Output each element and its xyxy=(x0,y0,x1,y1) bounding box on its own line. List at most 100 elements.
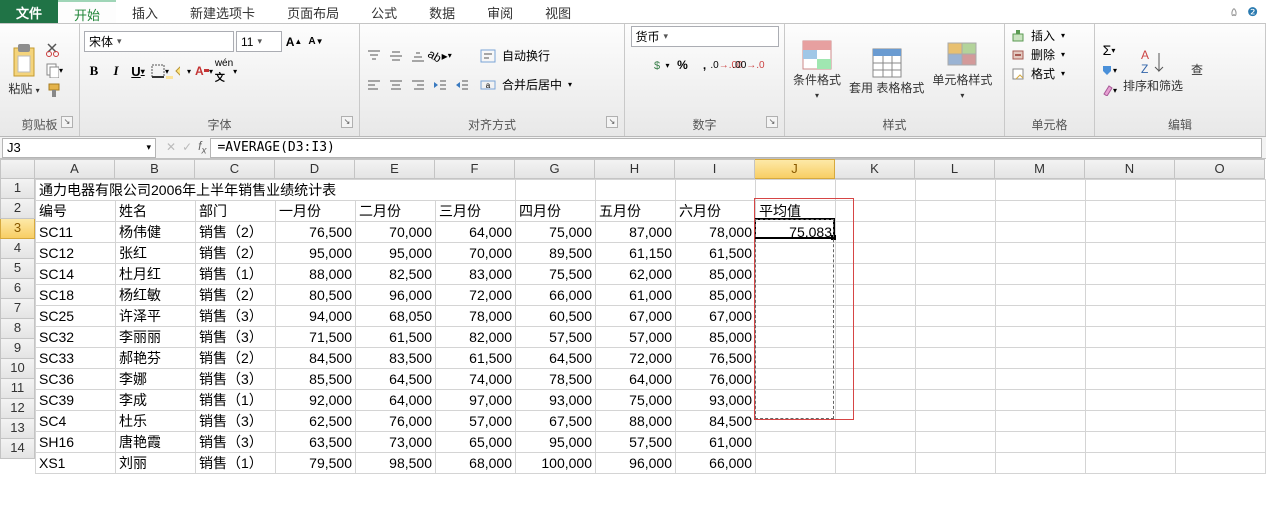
data-cell[interactable]: 57,000 xyxy=(596,327,676,348)
cell[interactable] xyxy=(1176,285,1266,306)
data-cell[interactable]: 销售（2） xyxy=(196,285,276,306)
cell[interactable] xyxy=(996,243,1086,264)
cell[interactable] xyxy=(1086,453,1176,474)
data-cell[interactable]: 61,000 xyxy=(596,285,676,306)
col-header-O[interactable]: O xyxy=(1175,159,1265,179)
data-cell[interactable]: 83,000 xyxy=(436,264,516,285)
cell[interactable] xyxy=(1086,348,1176,369)
cell[interactable] xyxy=(836,390,916,411)
row-header-7[interactable]: 7 xyxy=(0,299,35,319)
cell[interactable] xyxy=(996,222,1086,243)
data-cell[interactable]: 郝艳芬 xyxy=(116,348,196,369)
header-cell[interactable]: 编号 xyxy=(36,201,116,222)
data-cell[interactable]: 89,500 xyxy=(516,243,596,264)
data-cell[interactable]: 70,000 xyxy=(356,222,436,243)
cell[interactable] xyxy=(836,432,916,453)
data-cell[interactable] xyxy=(756,453,836,474)
data-cell[interactable]: 销售（2） xyxy=(196,243,276,264)
merge-center-button[interactable]: a合并后居中 ▾ xyxy=(478,75,578,94)
data-cell[interactable]: 71,500 xyxy=(276,327,356,348)
data-cell[interactable]: 61,500 xyxy=(436,348,516,369)
cell[interactable] xyxy=(996,369,1086,390)
data-cell[interactable] xyxy=(756,264,836,285)
underline-button[interactable]: U▾ xyxy=(128,61,148,81)
row-header-3[interactable]: 3 xyxy=(0,219,35,239)
font-color-button[interactable]: A▾ xyxy=(194,61,214,81)
data-cell[interactable]: 销售（3） xyxy=(196,327,276,348)
data-cell[interactable]: 94,000 xyxy=(276,306,356,327)
spreadsheet-grid[interactable]: ABCDEFGHIJKLMNO1234567891011121314通力电器有限… xyxy=(0,159,1266,474)
data-cell[interactable]: SC18 xyxy=(36,285,116,306)
decrease-decimal-button[interactable]: .00→.0 xyxy=(739,55,759,75)
align-left-button[interactable] xyxy=(364,75,384,95)
cell[interactable] xyxy=(996,327,1086,348)
tab-formulas[interactable]: 公式 xyxy=(355,0,413,23)
data-cell[interactable] xyxy=(756,285,836,306)
data-cell[interactable]: 82,500 xyxy=(356,264,436,285)
cell[interactable] xyxy=(836,411,916,432)
cell[interactable] xyxy=(836,306,916,327)
row-header-6[interactable]: 6 xyxy=(0,279,35,299)
conditional-format-button[interactable]: 条件格式▾ xyxy=(789,37,845,103)
data-cell[interactable]: 85,500 xyxy=(276,369,356,390)
cell[interactable] xyxy=(1176,222,1266,243)
data-cell[interactable]: 78,000 xyxy=(436,306,516,327)
cell[interactable] xyxy=(916,390,996,411)
data-cell[interactable]: SC14 xyxy=(36,264,116,285)
header-cell[interactable]: 五月份 xyxy=(596,201,676,222)
cell[interactable] xyxy=(916,243,996,264)
cell[interactable] xyxy=(516,180,596,201)
data-cell[interactable] xyxy=(756,348,836,369)
data-cell[interactable]: 85,000 xyxy=(676,327,756,348)
data-cell[interactable]: 67,000 xyxy=(676,306,756,327)
cell[interactable] xyxy=(1176,348,1266,369)
cell[interactable] xyxy=(836,180,916,201)
cell[interactable] xyxy=(996,285,1086,306)
name-box[interactable]: J3▾ xyxy=(2,138,156,158)
data-cell[interactable]: 75,000 xyxy=(516,222,596,243)
data-cell[interactable]: 96,000 xyxy=(356,285,436,306)
data-cell[interactable]: 66,000 xyxy=(676,453,756,474)
wrap-text-button[interactable]: 自动换行 xyxy=(478,46,578,65)
cell[interactable] xyxy=(1086,180,1176,201)
data-cell[interactable]: 80,500 xyxy=(276,285,356,306)
cell[interactable] xyxy=(1086,432,1176,453)
header-cell[interactable]: 姓名 xyxy=(116,201,196,222)
col-header-I[interactable]: I xyxy=(675,159,755,179)
data-cell[interactable]: 72,000 xyxy=(436,285,516,306)
data-cell[interactable]: 76,000 xyxy=(356,411,436,432)
col-header-H[interactable]: H xyxy=(595,159,675,179)
cell[interactable] xyxy=(1176,306,1266,327)
data-cell[interactable]: 78,500 xyxy=(516,369,596,390)
italic-button[interactable]: I xyxy=(106,61,126,81)
data-cell[interactable]: 76,500 xyxy=(276,222,356,243)
data-cell[interactable]: 杨伟健 xyxy=(116,222,196,243)
data-cell[interactable]: 61,500 xyxy=(356,327,436,348)
data-cell[interactable]: 78,000 xyxy=(676,222,756,243)
data-cell[interactable] xyxy=(756,390,836,411)
data-cell[interactable]: SC36 xyxy=(36,369,116,390)
cancel-formula-icon[interactable]: ✕ xyxy=(166,140,176,154)
data-cell[interactable]: 74,000 xyxy=(436,369,516,390)
data-cell[interactable]: 95,000 xyxy=(356,243,436,264)
data-cell[interactable]: SC11 xyxy=(36,222,116,243)
phonetic-button[interactable]: wén文▾ xyxy=(216,61,236,81)
data-cell[interactable]: 66,000 xyxy=(516,285,596,306)
row-header-13[interactable]: 13 xyxy=(0,419,35,439)
data-cell[interactable]: 73,000 xyxy=(356,432,436,453)
fill-color-button[interactable]: ▾ xyxy=(172,61,192,81)
cell[interactable] xyxy=(1176,453,1266,474)
row-header-12[interactable]: 12 xyxy=(0,399,35,419)
cell[interactable] xyxy=(996,453,1086,474)
cell[interactable] xyxy=(596,180,676,201)
sort-filter-button[interactable]: AZ 排序和筛选 xyxy=(1119,47,1187,93)
data-cell[interactable]: 84,500 xyxy=(276,348,356,369)
data-cell[interactable]: 销售（3） xyxy=(196,411,276,432)
cut-button[interactable] xyxy=(44,40,64,60)
help-icon[interactable]: ❷ xyxy=(1247,5,1258,19)
cell[interactable] xyxy=(916,453,996,474)
align-right-button[interactable] xyxy=(408,75,428,95)
cell[interactable] xyxy=(836,327,916,348)
data-cell[interactable]: 92,000 xyxy=(276,390,356,411)
data-cell[interactable]: 64,500 xyxy=(516,348,596,369)
